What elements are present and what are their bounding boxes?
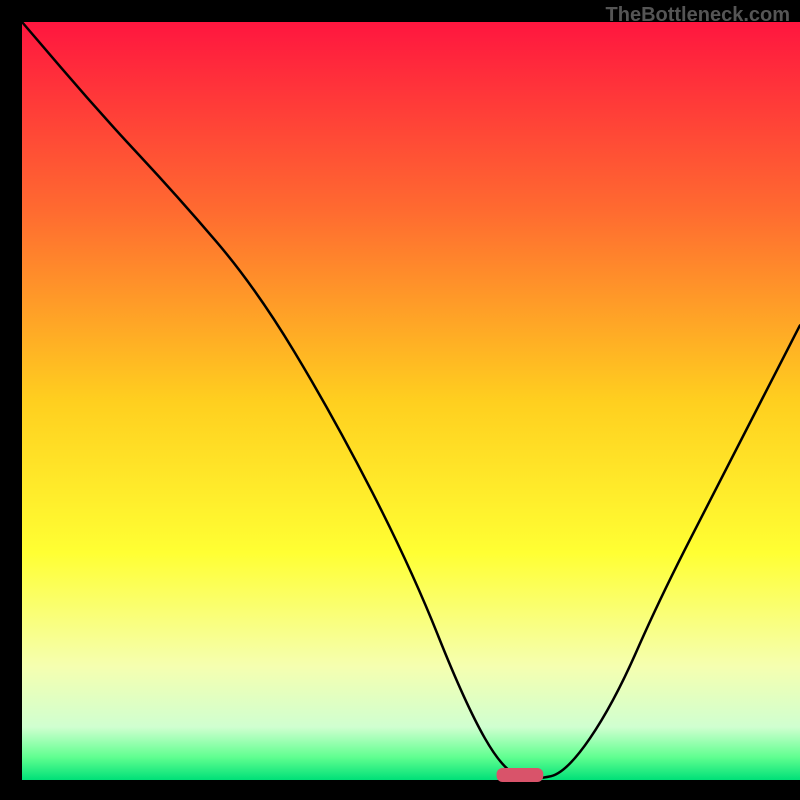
attribution-text: TheBottleneck.com	[606, 4, 790, 27]
chart-container: TheBottleneck.com	[0, 0, 800, 800]
bottleneck-chart	[0, 0, 800, 800]
plot-background	[22, 22, 800, 780]
optimal-marker	[497, 768, 544, 782]
